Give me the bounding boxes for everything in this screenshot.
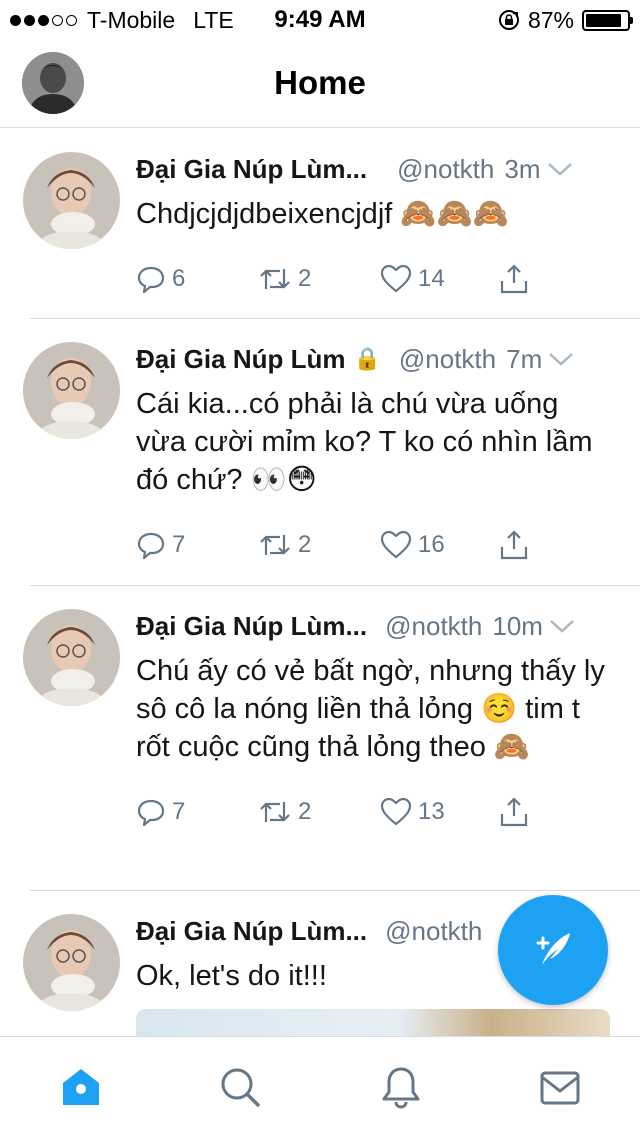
reply-count: 7 <box>172 531 186 558</box>
chevron-down-icon[interactable] <box>548 351 574 367</box>
tweet-author-handle: @notkth <box>385 610 483 641</box>
tweet-author-handle: @notkth <box>397 153 495 184</box>
tweet-text: Chdjcjdjdbeixencjdjf 🙈🙈🙈 <box>136 198 509 230</box>
tweet-author-avatar[interactable] <box>23 342 120 439</box>
notifications-icon <box>382 1067 420 1109</box>
retweet-count: 2 <box>298 265 312 292</box>
chevron-down-icon[interactable] <box>547 161 573 177</box>
tweet-actions: 7 2 16 <box>136 509 610 581</box>
tab-home[interactable] <box>59 1065 103 1109</box>
lock-icon: 🔒 <box>353 346 381 371</box>
share-button[interactable] <box>498 529 530 561</box>
tab-search[interactable] <box>218 1065 262 1109</box>
tweet[interactable]: Đại Gia Núp Lùm 🔒 @notkth 7m Cái kia...c… <box>23 319 640 586</box>
messages-icon <box>540 1071 580 1105</box>
heart-icon <box>380 264 412 293</box>
tweet-author-avatar[interactable] <box>23 914 120 1011</box>
reply-button[interactable]: 7 <box>136 797 258 827</box>
reply-count: 6 <box>172 265 186 292</box>
tweet[interactable]: Đại Gia Núp Lùm... @notkth 3m Chdjcjdjdb… <box>23 129 640 319</box>
retweet-icon <box>260 802 290 822</box>
heart-icon <box>380 797 412 826</box>
reply-button[interactable]: 7 <box>136 530 258 560</box>
heart-icon <box>380 530 412 559</box>
signal-strength-icon <box>10 14 77 26</box>
retweet-button[interactable]: 2 <box>258 798 380 826</box>
tweet-author-handle: @notkth <box>398 343 497 374</box>
like-button[interactable]: 13 <box>380 797 498 827</box>
status-bar: T-Mobile LTE 9:49 AM 87% <box>0 0 640 40</box>
rotation-lock-icon <box>498 10 519 30</box>
tweet-actions: 7 2 13 <box>136 776 610 848</box>
home-icon <box>63 1069 99 1105</box>
tweet-text: Chú ấy có vẻ bất ngờ, nhưng thấy ly sô c… <box>136 655 605 763</box>
carrier-name: T-Mobile <box>87 6 176 33</box>
tweet-media-image[interactable] <box>136 1009 610 1036</box>
page-title: Home <box>274 64 366 101</box>
tweet[interactable]: Đại Gia Núp Lùm... @notkth 10m Chú ấy có… <box>23 586 640 891</box>
bottom-tab-bar <box>0 1036 640 1136</box>
reply-icon <box>137 799 165 827</box>
tweet-text: Cái kia...có phải là chú vừa uống vừa cư… <box>136 388 593 496</box>
battery-icon <box>582 9 633 31</box>
tab-notifications[interactable] <box>379 1065 423 1109</box>
tweet-author-handle: @notkth <box>385 915 483 946</box>
reply-button[interactable]: 6 <box>136 264 258 294</box>
like-count: 13 <box>418 798 445 825</box>
compose-tweet-icon <box>536 933 570 965</box>
share-icon <box>500 264 528 294</box>
reply-icon <box>137 266 165 294</box>
retweet-count: 2 <box>298 531 312 558</box>
share-button[interactable] <box>498 796 530 828</box>
tweet-author-name[interactable]: Đại Gia Núp Lùm... <box>136 611 367 642</box>
reply-icon <box>137 532 165 560</box>
share-icon <box>500 797 528 827</box>
share-icon <box>500 530 528 560</box>
tweet-timestamp: 10m <box>492 610 543 641</box>
tweet-author-name[interactable]: Đại Gia Núp Lùm... <box>136 154 367 185</box>
retweet-count: 2 <box>298 798 312 825</box>
compose-tweet-button[interactable] <box>498 895 608 1005</box>
tweet-author-avatar[interactable] <box>23 152 120 249</box>
like-button[interactable]: 14 <box>380 264 498 294</box>
retweet-icon <box>260 535 290 555</box>
chevron-down-icon[interactable] <box>549 618 575 634</box>
tab-messages[interactable] <box>538 1065 582 1109</box>
like-count: 14 <box>418 265 445 292</box>
tweet-author-name[interactable]: Đại Gia Núp Lùm <box>136 344 345 375</box>
like-count: 16 <box>418 531 445 558</box>
battery-percent: 87% <box>527 6 574 33</box>
network-type: LTE <box>193 6 234 33</box>
retweet-button[interactable]: 2 <box>258 531 380 559</box>
tweet-author-name[interactable]: Đại Gia Núp Lùm... <box>136 916 367 947</box>
like-button[interactable]: 16 <box>380 530 498 560</box>
search-icon <box>221 1068 260 1107</box>
top-navigation-bar: Home <box>0 40 640 128</box>
tweet-timestamp: 7m <box>506 343 543 374</box>
retweet-button[interactable]: 2 <box>258 265 380 293</box>
tweet-author-avatar[interactable] <box>23 609 120 706</box>
tweet-timestamp: 3m <box>504 153 541 184</box>
share-button[interactable] <box>498 263 530 295</box>
reply-count: 7 <box>172 798 186 825</box>
tweet-actions: 6 2 14 <box>136 243 610 315</box>
retweet-icon <box>260 269 290 289</box>
